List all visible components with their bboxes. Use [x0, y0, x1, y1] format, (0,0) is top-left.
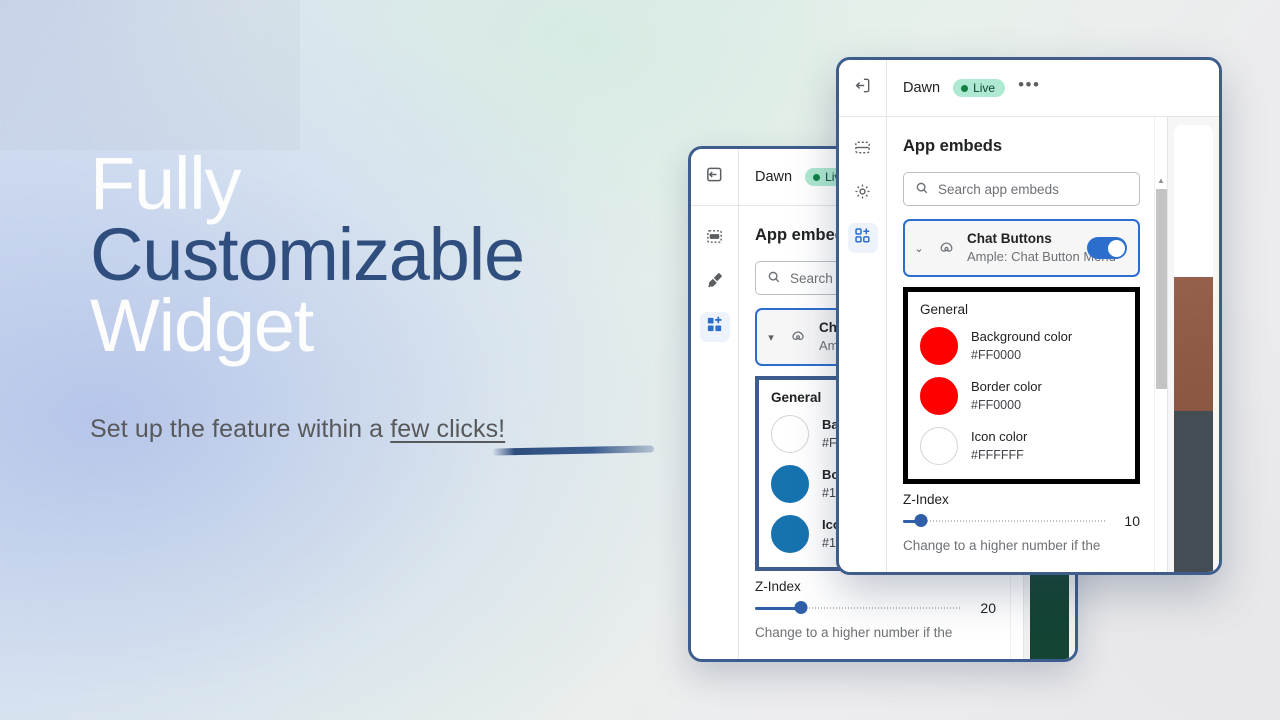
front-status-badge: Live	[953, 79, 1006, 97]
front-color-row-background[interactable]: Background color #FF0000	[920, 327, 1123, 365]
front-preview-strip	[1167, 117, 1219, 572]
front-exit-button[interactable]	[839, 60, 887, 116]
front-zindex-slider-row[interactable]: 10	[903, 513, 1140, 529]
back-rail	[691, 206, 739, 659]
chevron-down-icon[interactable]: ▾	[765, 331, 777, 344]
hero-line-1: Fully	[90, 142, 241, 225]
slider-track	[903, 520, 1106, 522]
chevron-down-icon[interactable]: ⌄	[913, 242, 925, 255]
icon-color-swatch[interactable]	[771, 515, 809, 553]
border-color-swatch[interactable]	[920, 377, 958, 415]
exit-icon	[705, 165, 724, 189]
subtitle-emphasis: few clicks!	[390, 415, 506, 443]
sections-icon	[853, 138, 872, 162]
sidebar-item-app-embeds[interactable]	[847, 223, 878, 253]
front-icon-color-hex: #FFFFFF	[971, 448, 1024, 462]
live-dot-icon	[813, 173, 821, 181]
back-exit-button[interactable]	[691, 149, 739, 205]
gear-icon	[853, 182, 872, 206]
front-page-title: App embeds	[903, 137, 1003, 155]
front-preview-image	[1174, 276, 1213, 412]
exit-icon	[853, 76, 872, 100]
sidebar-item-app-embeds[interactable]	[699, 312, 730, 342]
back-zindex-slider-row[interactable]: 20	[755, 600, 996, 616]
front-search-input[interactable]: Search app embeds	[903, 172, 1140, 206]
hero-heading: Fully Customizable Widget	[90, 142, 690, 367]
slider-knob[interactable]	[914, 514, 928, 527]
front-status-label: Live	[973, 81, 996, 95]
subtitle-prefix: Set up the feature within a	[90, 415, 391, 443]
front-icon-color-label: Icon color	[971, 429, 1028, 444]
front-preview-footer	[1174, 411, 1213, 572]
front-border-color-hex: #FF0000	[971, 398, 1022, 412]
front-scrollbar[interactable]: ▲	[1154, 117, 1167, 572]
front-general-heading: General	[920, 302, 969, 317]
back-zindex-slider[interactable]	[755, 601, 962, 615]
theme-editor-window-front: Dawn Live ••• App embeds Search app embe…	[836, 57, 1222, 575]
scroll-up-arrow-icon[interactable]: ▲	[1155, 177, 1167, 185]
front-background-color-hex: #FF0000	[971, 348, 1022, 362]
background-color-swatch[interactable]	[771, 415, 809, 453]
slide-canvas: Fully Customizable Widget Set up the fea…	[0, 0, 1280, 720]
front-zindex-label: Z-Index	[903, 492, 949, 507]
front-embed-title: Chat Buttons	[967, 231, 1052, 246]
front-general-section: General Background color #FF0000 Border …	[903, 287, 1140, 484]
front-color-row-border[interactable]: Border color #FF0000	[920, 377, 1123, 415]
live-dot-icon	[961, 84, 969, 92]
front-topbar: Dawn Live •••	[839, 60, 1219, 117]
front-scrollbar-thumb[interactable]	[1156, 189, 1167, 389]
sections-filled-icon	[705, 227, 724, 251]
back-zindex-label: Z-Index	[755, 579, 801, 594]
front-zindex-slider[interactable]	[903, 514, 1106, 528]
app-blocks-icon	[705, 315, 724, 339]
sidebar-item-sections-filled[interactable]	[700, 224, 730, 254]
hero-line-3: Widget	[90, 284, 314, 367]
chat-button-app-icon	[786, 325, 810, 349]
front-color-row-icon[interactable]: Icon color #FFFFFF	[920, 427, 1123, 465]
search-icon	[915, 181, 929, 198]
sidebar-item-sections[interactable]	[848, 135, 878, 165]
sidebar-item-theme-settings[interactable]	[848, 179, 878, 209]
front-border-color-label: Border color	[971, 379, 1042, 394]
front-storefront-preview	[1174, 125, 1213, 572]
back-zindex-value: 20	[980, 600, 996, 616]
sidebar-item-theme-settings[interactable]	[700, 268, 730, 298]
front-rail	[839, 117, 887, 572]
front-panel-scroll[interactable]: App embeds Search app embeds ⌄ Chat Butt…	[887, 117, 1154, 572]
search-icon	[767, 270, 781, 287]
chat-button-app-icon	[934, 236, 958, 260]
grain-texture	[0, 0, 300, 150]
front-zindex-value: 10	[1124, 513, 1140, 529]
hero-line-2: Customizable	[90, 213, 525, 296]
front-app-embed-row[interactable]: ⌄ Chat Buttons Ample: Chat Button Menu	[903, 219, 1140, 277]
front-zindex-help: Change to a higher number if the	[903, 538, 1101, 553]
front-topbar-main: Dawn Live •••	[887, 60, 1219, 116]
front-background-color-label: Background color	[971, 329, 1073, 344]
hero-subtitle: Set up the feature within a few clicks!	[90, 415, 505, 444]
front-preview-header	[1174, 125, 1213, 277]
front-theme-name: Dawn	[903, 80, 941, 96]
back-zindex-help: Change to a higher number if the	[755, 625, 953, 640]
paint-brush-icon	[705, 271, 724, 295]
background-color-swatch[interactable]	[920, 327, 958, 365]
more-options-button[interactable]: •••	[1018, 76, 1040, 96]
front-search-placeholder: Search app embeds	[938, 181, 1059, 197]
icon-color-swatch[interactable]	[920, 427, 958, 465]
border-color-swatch[interactable]	[771, 465, 809, 503]
back-theme-name: Dawn	[755, 169, 793, 185]
front-embed-toggle[interactable]	[1087, 237, 1127, 259]
app-blocks-icon	[853, 226, 872, 250]
slider-knob[interactable]	[794, 601, 808, 614]
brush-stroke-underline	[491, 445, 655, 456]
